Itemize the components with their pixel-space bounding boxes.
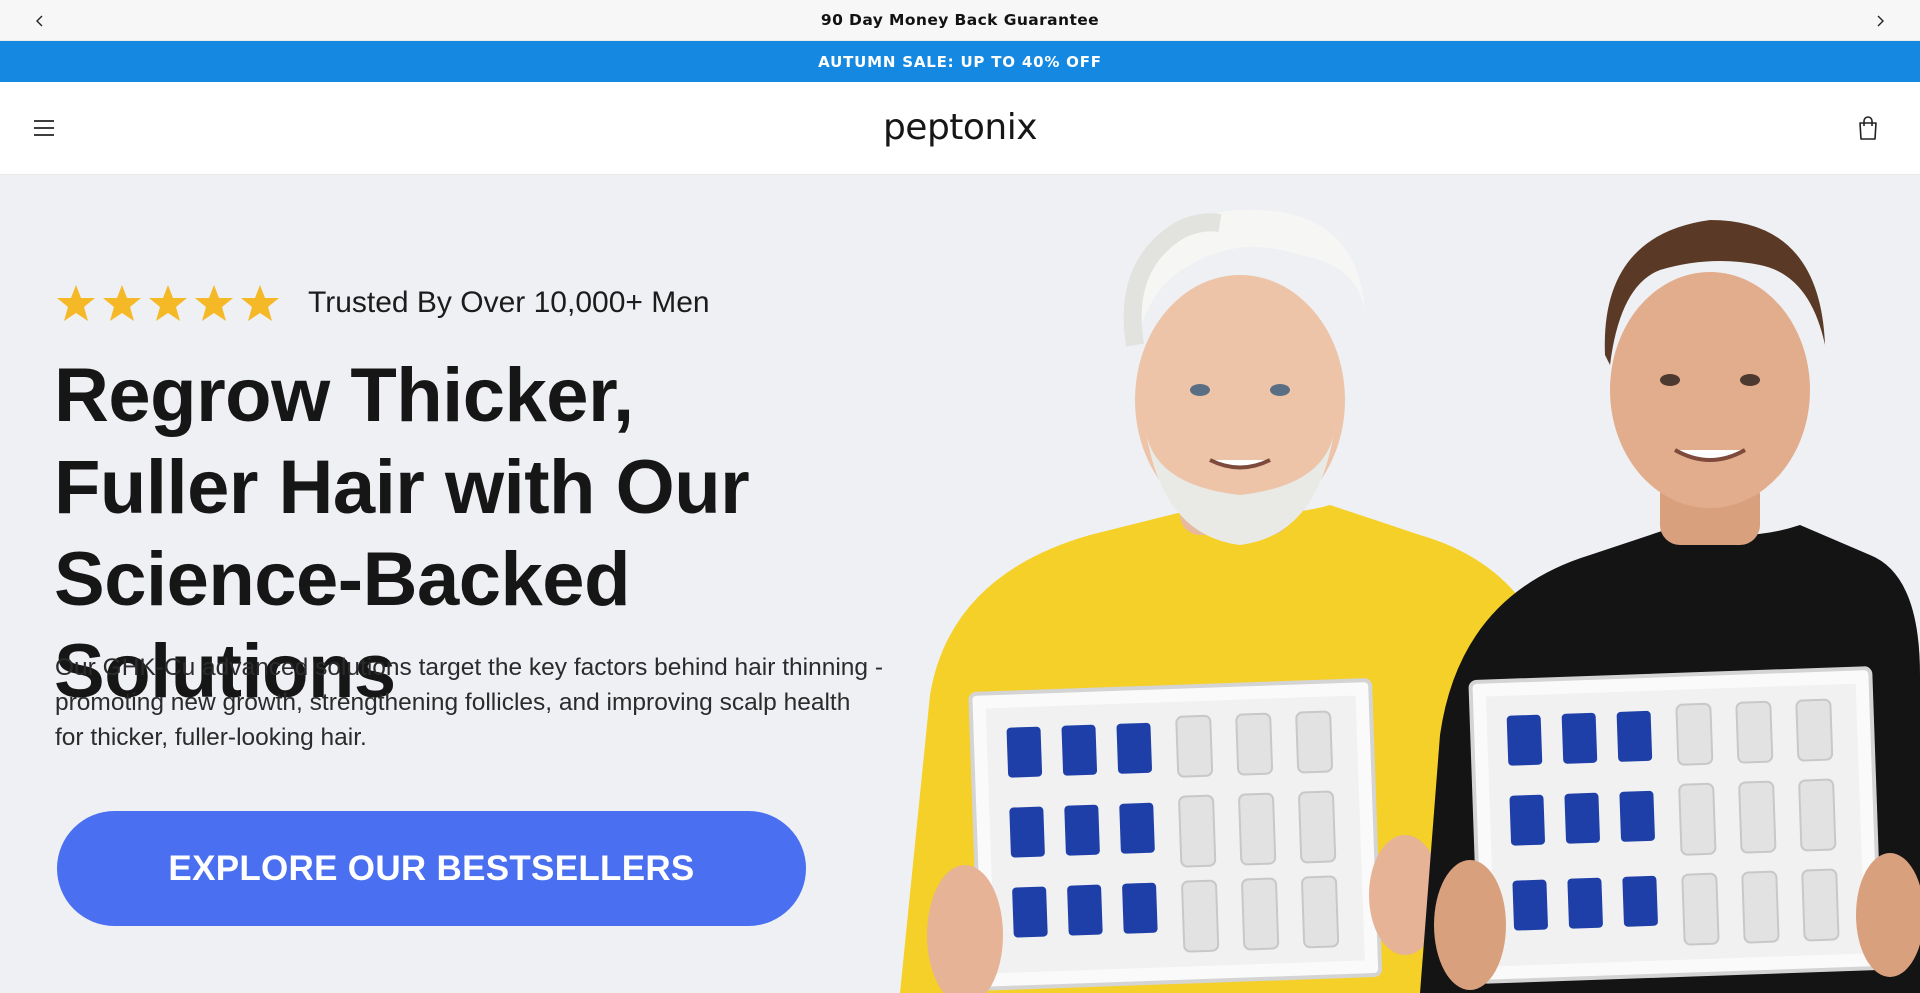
hamburger-menu-icon[interactable] — [30, 114, 58, 142]
star-icon — [241, 285, 279, 321]
rating-text: Trusted By Over 10,000+ Men — [308, 286, 710, 319]
star-icon — [103, 285, 141, 321]
site-header: peptonix — [0, 82, 1920, 175]
star-icon — [57, 285, 95, 321]
star-icon — [149, 285, 187, 321]
announcement-text: 90 Day Money Back Guarantee — [820, 11, 1100, 29]
chevron-left-icon[interactable] — [29, 10, 51, 32]
sale-banner-text: AUTUMN SALE: UP TO 40% OFF — [818, 52, 1102, 71]
shopping-bag-icon[interactable] — [1853, 113, 1883, 143]
headline-bold-part: Thicker, — [350, 353, 634, 438]
chevron-right-icon[interactable] — [1869, 10, 1891, 32]
headline-part: Regrow — [54, 353, 351, 438]
hero-description: Our GHK-Cu advanced solutions target the… — [55, 654, 883, 751]
hero-image — [860, 175, 1920, 993]
rating-row: Trusted By Over 10,000+ Men — [56, 283, 710, 323]
star-icon — [195, 285, 233, 321]
site-logo[interactable]: peptonix — [880, 102, 1040, 152]
sale-banner[interactable]: AUTUMN SALE: UP TO 40% OFF — [0, 41, 1920, 82]
star-rating — [56, 283, 280, 323]
hero-section: Trusted By Over 10,000+ Men Regrow Thick… — [0, 175, 1920, 993]
announcement-bar: 90 Day Money Back Guarantee — [0, 0, 1920, 41]
explore-bestsellers-button[interactable]: EXPLORE OUR BESTSELLERS — [57, 811, 806, 926]
headline-part: with Our — [424, 445, 750, 530]
headline-bold-part: Fuller Hair — [54, 445, 425, 530]
